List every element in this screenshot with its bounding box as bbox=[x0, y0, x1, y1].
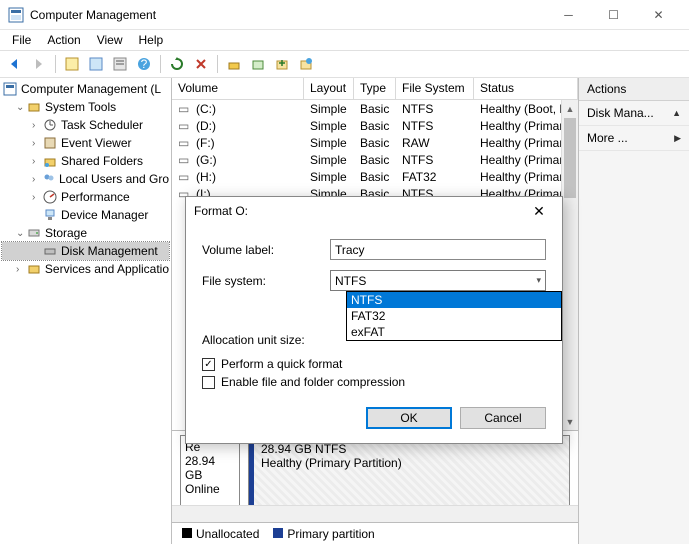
checkbox-unchecked-icon bbox=[202, 376, 215, 389]
back-button[interactable] bbox=[4, 53, 26, 75]
tree-root[interactable]: Computer Management (L bbox=[2, 80, 169, 98]
tb-icon-6[interactable] bbox=[271, 53, 293, 75]
minimize-button[interactable]: ─ bbox=[546, 0, 591, 30]
fs-option-exfat[interactable]: exFAT bbox=[347, 324, 561, 340]
delete-icon[interactable] bbox=[190, 53, 212, 75]
toolbar: ? bbox=[0, 50, 689, 78]
file-system-combo[interactable]: NTFS ▾ bbox=[330, 270, 546, 291]
menubar: File Action View Help bbox=[0, 30, 689, 50]
swatch-unallocated bbox=[182, 528, 192, 538]
vertical-scrollbar[interactable]: ▲ ▼ bbox=[561, 100, 578, 430]
submenu-icon: ▶ bbox=[674, 133, 681, 144]
collapse-icon: ▲ bbox=[672, 108, 681, 118]
chevron-down-icon: ▾ bbox=[536, 275, 541, 286]
window-title: Computer Management bbox=[30, 8, 546, 22]
help-icon[interactable]: ? bbox=[133, 53, 155, 75]
maximize-button[interactable]: ☐ bbox=[591, 0, 636, 30]
file-system-label: File system: bbox=[202, 274, 330, 288]
tree-local-users[interactable]: ›Local Users and Gro bbox=[2, 170, 169, 188]
dialog-titlebar[interactable]: Format O: ✕ bbox=[186, 197, 562, 225]
tree-shared-folders[interactable]: ›Shared Folders bbox=[2, 152, 169, 170]
menu-file[interactable]: File bbox=[4, 31, 39, 49]
col-volume[interactable]: Volume bbox=[172, 78, 304, 99]
col-status[interactable]: Status bbox=[474, 78, 578, 99]
tree-performance[interactable]: ›Performance bbox=[2, 188, 169, 206]
allocation-label: Allocation unit size: bbox=[202, 333, 330, 347]
format-dialog: Format O: ✕ Volume label: File system: N… bbox=[185, 196, 563, 444]
refresh-icon[interactable] bbox=[166, 53, 188, 75]
actions-more[interactable]: More ...▶ bbox=[579, 126, 689, 151]
dialog-title: Format O: bbox=[194, 204, 524, 218]
horizontal-scrollbar[interactable] bbox=[172, 505, 578, 522]
tree-storage[interactable]: ⌄Storage bbox=[2, 224, 169, 242]
quick-format-checkbox[interactable]: ✓ Perform a quick format bbox=[202, 357, 546, 371]
tree-task-scheduler[interactable]: ›Task Scheduler bbox=[2, 116, 169, 134]
titlebar: Computer Management ─ ☐ ✕ bbox=[0, 0, 689, 30]
tb-icon-2[interactable] bbox=[85, 53, 107, 75]
app-icon bbox=[8, 7, 24, 23]
close-button[interactable]: ✕ bbox=[636, 0, 681, 30]
cancel-button[interactable]: Cancel bbox=[460, 407, 546, 429]
checkbox-checked-icon: ✓ bbox=[202, 358, 215, 371]
tb-icon-5[interactable] bbox=[247, 53, 269, 75]
tree-disk-management[interactable]: Disk Management bbox=[2, 242, 169, 260]
menu-help[interactable]: Help bbox=[131, 31, 172, 49]
svg-text:?: ? bbox=[141, 57, 148, 71]
actions-header: Actions bbox=[579, 78, 689, 101]
tree-pane: Computer Management (L ⌄System Tools ›Ta… bbox=[0, 78, 172, 544]
forward-button[interactable] bbox=[28, 53, 50, 75]
volume-label-label: Volume label: bbox=[202, 243, 330, 257]
table-row[interactable]: ▭(H:)SimpleBasicFAT32Healthy (Primary Pa… bbox=[172, 168, 578, 185]
dialog-close-button[interactable]: ✕ bbox=[524, 203, 554, 220]
tb-icon-3[interactable] bbox=[109, 53, 131, 75]
tree-device-manager[interactable]: Device Manager bbox=[2, 206, 169, 224]
compression-checkbox[interactable]: Enable file and folder compression bbox=[202, 375, 546, 389]
swatch-primary bbox=[273, 528, 283, 538]
tb-icon-4[interactable] bbox=[223, 53, 245, 75]
menu-view[interactable]: View bbox=[89, 31, 131, 49]
menu-action[interactable]: Action bbox=[39, 31, 88, 49]
table-row[interactable]: ▭(G:)SimpleBasicNTFSHealthy (Primary Par… bbox=[172, 151, 578, 168]
volume-list-header: Volume Layout Type File System Status bbox=[172, 78, 578, 100]
actions-disk-mana[interactable]: Disk Mana...▲ bbox=[579, 101, 689, 126]
table-row[interactable]: ▭(D:)SimpleBasicNTFSHealthy (Primary Par… bbox=[172, 117, 578, 134]
file-system-dropdown[interactable]: NTFS FAT32 exFAT bbox=[346, 291, 562, 341]
tree-system-tools[interactable]: ⌄System Tools bbox=[2, 98, 169, 116]
volume-label-input[interactable] bbox=[330, 239, 546, 260]
col-fs[interactable]: File System bbox=[396, 78, 474, 99]
table-row[interactable]: ▭(C:)SimpleBasicNTFSHealthy (Boot, Page … bbox=[172, 100, 578, 117]
tb-icon-1[interactable] bbox=[61, 53, 83, 75]
col-layout[interactable]: Layout bbox=[304, 78, 354, 99]
table-row[interactable]: ▭(F:)SimpleBasicRAWHealthy (Primary Part bbox=[172, 134, 578, 151]
legend: Unallocated Primary partition bbox=[172, 522, 578, 544]
tb-icon-7[interactable] bbox=[295, 53, 317, 75]
fs-option-ntfs[interactable]: NTFS bbox=[347, 292, 561, 308]
ok-button[interactable]: OK bbox=[366, 407, 452, 429]
actions-pane: Actions Disk Mana...▲ More ...▶ bbox=[579, 78, 689, 544]
tree-services[interactable]: ›Services and Applicatio bbox=[2, 260, 169, 278]
tree-event-viewer[interactable]: ›Event Viewer bbox=[2, 134, 169, 152]
col-type[interactable]: Type bbox=[354, 78, 396, 99]
fs-option-fat32[interactable]: FAT32 bbox=[347, 308, 561, 324]
